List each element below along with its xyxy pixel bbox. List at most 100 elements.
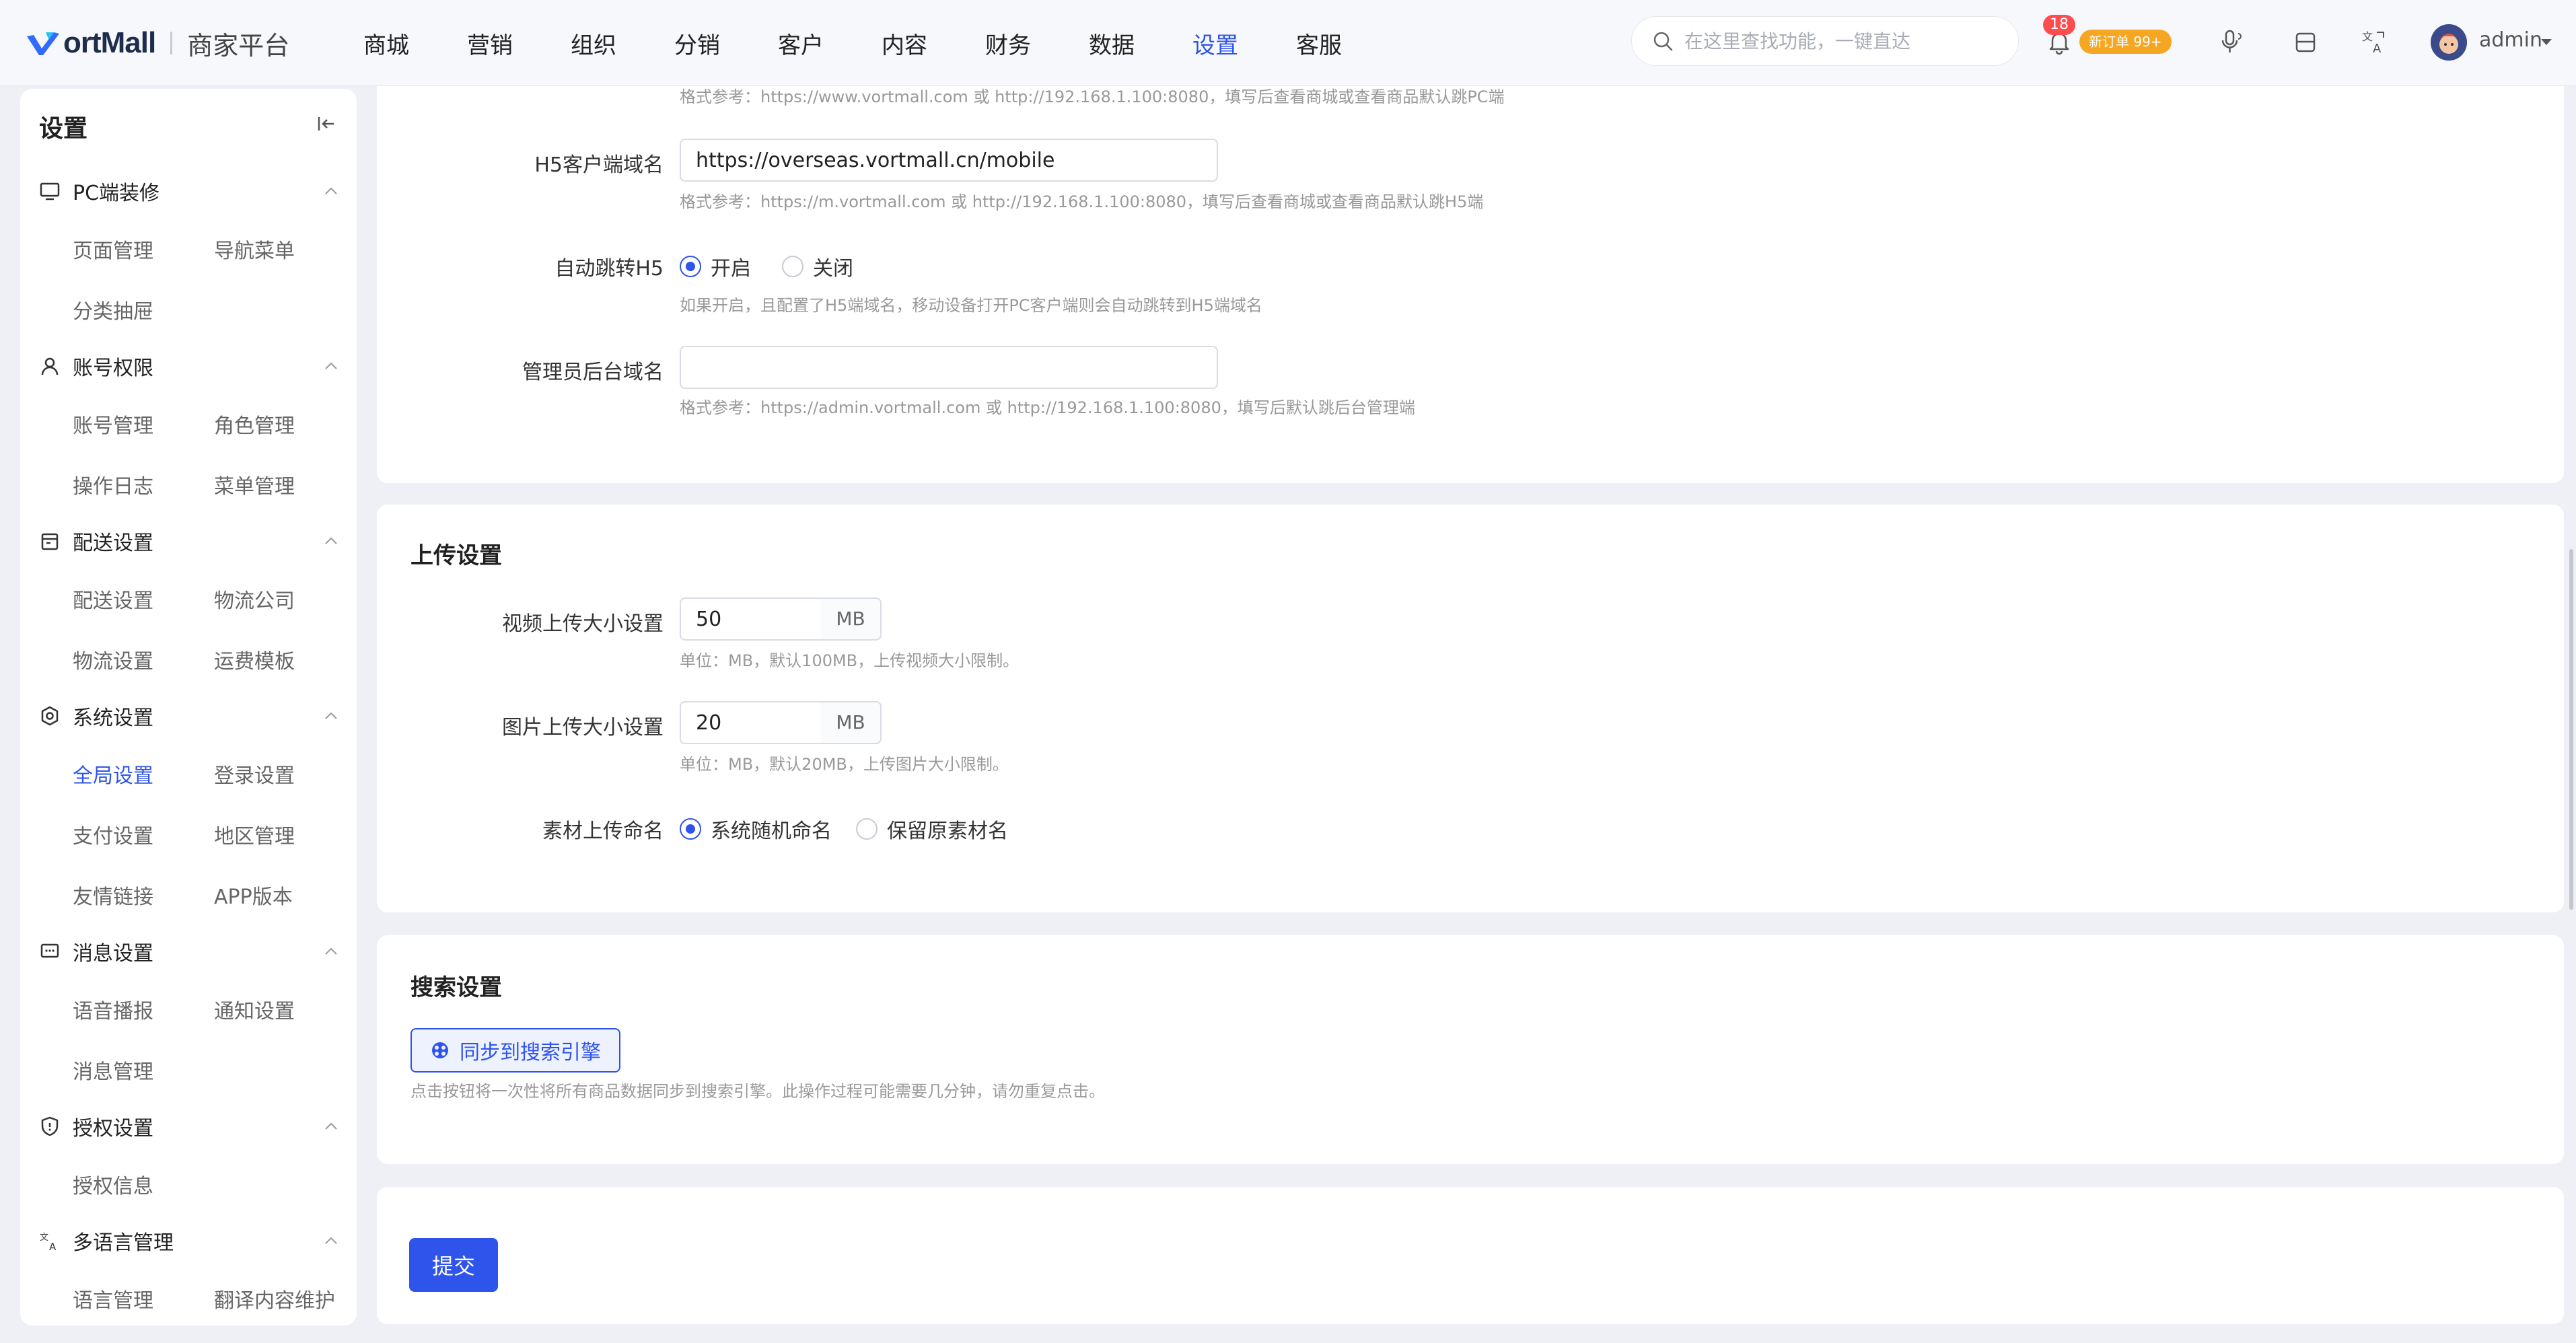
nav-data[interactable]: 数据 bbox=[1089, 27, 1135, 60]
sidebar-group-license[interactable]: 授权设置 bbox=[39, 1106, 341, 1147]
chevron-up-icon[interactable] bbox=[322, 357, 341, 375]
chevron-up-icon[interactable] bbox=[322, 942, 341, 961]
nav-service[interactable]: 客服 bbox=[1296, 27, 1342, 60]
sidebar-group-multilanguage[interactable]: 文A 多语言管理 bbox=[39, 1221, 341, 1261]
nav-settings[interactable]: 设置 bbox=[1192, 27, 1238, 60]
chevron-up-icon[interactable] bbox=[322, 1231, 341, 1250]
image-size-label: 图片上传大小设置 bbox=[502, 716, 664, 739]
collapse-sidebar-icon[interactable] bbox=[314, 112, 338, 136]
new-order-badge[interactable]: 新订单 99+ bbox=[2079, 30, 2172, 54]
sidebar-group-pc-decoration[interactable]: PC端装修 bbox=[39, 171, 341, 211]
video-size-input[interactable] bbox=[680, 597, 822, 641]
global-search[interactable] bbox=[1631, 16, 2019, 66]
search-settings-card bbox=[377, 935, 2564, 1164]
translate-icon: 文A bbox=[40, 1233, 57, 1251]
radio-label: 系统随机命名 bbox=[711, 820, 832, 843]
svg-text:A: A bbox=[2373, 42, 2382, 55]
sidebar-item-message-management[interactable]: 消息管理 bbox=[73, 1055, 153, 1085]
sync-search-engine-button[interactable]: 同步到搜索引擎 bbox=[410, 1028, 620, 1073]
naming-random-radio[interactable]: 系统随机命名 bbox=[680, 814, 832, 844]
nav-organization[interactable]: 组织 bbox=[571, 27, 616, 60]
voice-icon[interactable] bbox=[2218, 28, 2245, 55]
chevron-up-icon[interactable] bbox=[322, 706, 341, 725]
user-dropdown-caret-icon[interactable] bbox=[2541, 39, 2552, 45]
shield-icon bbox=[41, 1116, 59, 1136]
sidebar-group-system[interactable]: 系统设置 bbox=[39, 696, 341, 736]
avatar[interactable] bbox=[2431, 24, 2467, 61]
h5-domain-input[interactable] bbox=[680, 139, 1218, 182]
submit-card bbox=[377, 1187, 2564, 1324]
nav-mall[interactable]: 商城 bbox=[363, 27, 409, 60]
nav-finance[interactable]: 财务 bbox=[985, 27, 1031, 60]
search-section-title: 搜索设置 bbox=[410, 974, 502, 1001]
redirect-h5-label: 自动跳转H5 bbox=[554, 257, 664, 281]
vortmall-logo-icon bbox=[27, 32, 59, 55]
nav-distribution[interactable]: 分销 bbox=[674, 27, 720, 60]
sidebar-group-message[interactable]: 消息设置 bbox=[39, 931, 341, 972]
sidebar-item-logistics-company[interactable]: 物流公司 bbox=[214, 584, 295, 614]
store-icon[interactable] bbox=[2292, 28, 2319, 55]
sidebar-item-notification-settings[interactable]: 通知设置 bbox=[214, 994, 295, 1024]
admin-domain-input[interactable] bbox=[680, 346, 1218, 389]
user-icon bbox=[41, 357, 59, 375]
sidebar-item-account-management[interactable]: 账号管理 bbox=[73, 409, 153, 439]
logo-divider bbox=[170, 32, 173, 55]
message-icon bbox=[40, 943, 59, 958]
sidebar-item-region-management[interactable]: 地区管理 bbox=[214, 820, 295, 849]
top-header: ortMall 商家平台 商城 营销 组织 分销 客户 内容 财务 数据 设置 … bbox=[0, 0, 2576, 86]
gear-icon bbox=[41, 706, 59, 726]
upload-section-title: 上传设置 bbox=[410, 542, 502, 569]
sidebar-item-page-management[interactable]: 页面管理 bbox=[73, 234, 153, 264]
redirect-on-radio[interactable]: 开启 bbox=[680, 252, 751, 281]
chevron-up-icon[interactable] bbox=[322, 532, 341, 550]
svg-text:文: 文 bbox=[40, 1233, 48, 1243]
sidebar-item-delivery-settings[interactable]: 配送设置 bbox=[73, 584, 153, 614]
sidebar-item-translation-maintenance[interactable]: 翻译内容维护 bbox=[214, 1284, 335, 1313]
search-input[interactable] bbox=[1684, 30, 2007, 52]
sidebar-item-app-version[interactable]: APP版本 bbox=[214, 880, 293, 910]
username[interactable]: admin bbox=[2479, 28, 2542, 52]
nav-marketing[interactable]: 营销 bbox=[467, 27, 513, 60]
monitor-icon bbox=[40, 182, 60, 201]
sidebar-group-delivery[interactable]: 配送设置 bbox=[39, 521, 341, 561]
sidebar-item-voice-broadcast[interactable]: 语音播报 bbox=[73, 994, 153, 1024]
submit-button[interactable]: 提交 bbox=[409, 1238, 498, 1292]
sidebar-item-logistics-settings[interactable]: 物流设置 bbox=[73, 645, 153, 674]
redirect-h5-hint: 如果开启，且配置了H5端域名，移动设备打开PC客户端则会自动跳转到H5端域名 bbox=[680, 296, 1262, 315]
image-size-input[interactable] bbox=[680, 701, 822, 744]
sidebar-item-category-drawer[interactable]: 分类抽屉 bbox=[73, 295, 153, 324]
sidebar-item-login-settings[interactable]: 登录设置 bbox=[214, 759, 295, 789]
sidebar-item-operation-log[interactable]: 操作日志 bbox=[73, 470, 153, 499]
sidebar-item-freight-template[interactable]: 运费模板 bbox=[214, 645, 295, 674]
sidebar-item-global-settings[interactable]: 全局设置 bbox=[73, 759, 153, 789]
page-scrollbar[interactable] bbox=[2569, 549, 2573, 910]
radio-selected-icon bbox=[680, 818, 701, 840]
sidebar-group-account[interactable]: 账号权限 bbox=[39, 346, 341, 386]
redirect-off-radio[interactable]: 关闭 bbox=[782, 252, 853, 281]
sidebar-title: 设置 bbox=[39, 115, 88, 143]
sidebar-item-nav-menu[interactable]: 导航菜单 bbox=[214, 234, 295, 264]
platform-name: 商家平台 bbox=[187, 30, 290, 61]
chevron-up-icon[interactable] bbox=[322, 1117, 341, 1136]
nav-customer[interactable]: 客户 bbox=[778, 27, 824, 60]
brand-logo[interactable]: ortMall 商家平台 bbox=[26, 24, 289, 62]
sidebar-item-payment-settings[interactable]: 支付设置 bbox=[73, 820, 153, 849]
sidebar-item-menu-management[interactable]: 菜单管理 bbox=[214, 470, 295, 499]
admin-domain-label: 管理员后台域名 bbox=[522, 361, 664, 384]
sidebar-item-license-info[interactable]: 授权信息 bbox=[73, 1169, 153, 1199]
svg-text:文: 文 bbox=[2362, 30, 2373, 43]
h5-domain-label: H5客户端域名 bbox=[534, 153, 664, 177]
image-size-unit: MB bbox=[821, 701, 882, 744]
naming-keep-original-radio[interactable]: 保留原素材名 bbox=[856, 814, 1008, 844]
translate-icon[interactable]: 文A bbox=[2361, 28, 2388, 55]
admin-domain-hint: 格式参考：https://admin.vortmall.com 或 http:/… bbox=[680, 398, 1415, 417]
nav-content[interactable]: 内容 bbox=[882, 27, 927, 60]
sidebar-item-language-management[interactable]: 语言管理 bbox=[73, 1284, 153, 1313]
sidebar-item-role-management[interactable]: 角色管理 bbox=[214, 409, 295, 439]
sidebar-group-label: PC端装修 bbox=[73, 182, 160, 205]
avatar-image-icon bbox=[2431, 24, 2467, 61]
radio-unselected-icon bbox=[856, 818, 878, 840]
radio-unselected-icon bbox=[782, 256, 803, 277]
sidebar-item-friend-links[interactable]: 友情链接 bbox=[73, 880, 153, 910]
chevron-up-icon[interactable] bbox=[322, 182, 341, 201]
